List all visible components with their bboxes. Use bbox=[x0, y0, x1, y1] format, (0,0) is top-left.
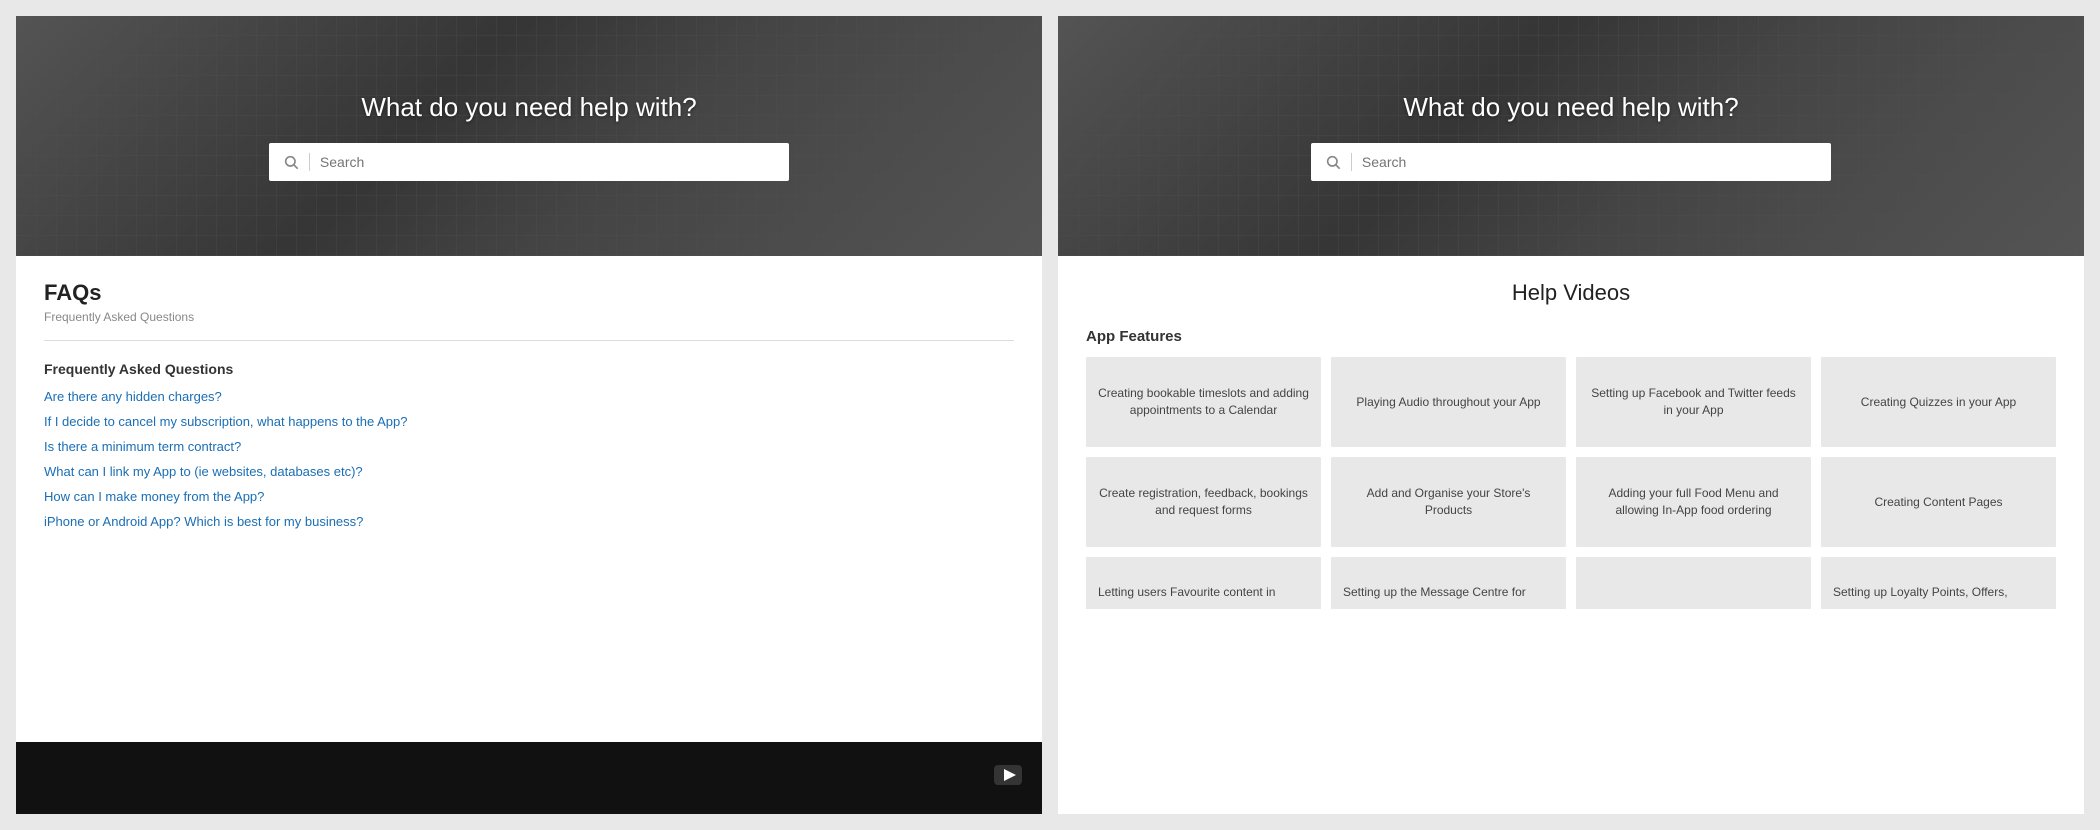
faq-link[interactable]: iPhone or Android App? Which is best for… bbox=[44, 514, 1014, 529]
video-card-partial[interactable]: Letting users Favourite content in bbox=[1086, 557, 1321, 609]
video-card[interactable]: Setting up Facebook and Twitter feeds in… bbox=[1576, 357, 1811, 447]
help-videos-title: Help Videos bbox=[1086, 280, 2056, 306]
right-hero: What do you need help with? bbox=[1058, 16, 2084, 256]
youtube-icon[interactable] bbox=[994, 765, 1022, 791]
video-card[interactable]: Creating bookable timeslots and adding a… bbox=[1086, 357, 1321, 447]
video-card[interactable]: Playing Audio throughout your App bbox=[1331, 357, 1566, 447]
faq-divider bbox=[44, 340, 1014, 341]
video-grid-row2: Create registration, feedback, bookings … bbox=[1086, 457, 2056, 547]
video-grid-row3: Letting users Favourite content in Settin… bbox=[1086, 557, 2056, 609]
search-icon bbox=[283, 154, 299, 170]
video-card-partial-text: Setting up Loyalty Points, Offers, bbox=[1833, 584, 2008, 601]
faq-subtitle: Frequently Asked Questions bbox=[44, 310, 1014, 324]
video-card[interactable]: Creating Quizzes in your App bbox=[1821, 357, 2056, 447]
video-card-text: Adding your full Food Menu and allowing … bbox=[1588, 485, 1799, 519]
hero-content: What do you need help with? bbox=[16, 92, 1042, 181]
app-features-heading: App Features bbox=[1086, 328, 2056, 345]
right-panel-body: Help Videos App Features Creating bookab… bbox=[1058, 256, 2084, 814]
left-search-input[interactable] bbox=[320, 154, 775, 170]
faq-title: FAQs bbox=[44, 280, 1014, 306]
left-panel-footer bbox=[16, 742, 1042, 814]
video-card-text: Creating bookable timeslots and adding a… bbox=[1098, 385, 1309, 419]
video-card-partial[interactable]: Setting up Loyalty Points, Offers, bbox=[1821, 557, 2056, 609]
search-divider bbox=[309, 153, 310, 171]
video-card-text: Creating Quizzes in your App bbox=[1861, 394, 2016, 411]
video-card-text: Creating Content Pages bbox=[1874, 494, 2002, 511]
video-card-partial[interactable]: Setting up the Message Centre for bbox=[1331, 557, 1566, 609]
faq-link[interactable]: What can I link my App to (ie websites, … bbox=[44, 464, 1014, 479]
left-panel-body: FAQs Frequently Asked Questions Frequent… bbox=[16, 256, 1042, 742]
right-search-divider bbox=[1351, 153, 1352, 171]
faq-links-list: Are there any hidden charges? If I decide… bbox=[44, 389, 1014, 529]
right-search-bar[interactable] bbox=[1311, 143, 1831, 181]
video-card[interactable]: Create registration, feedback, bookings … bbox=[1086, 457, 1321, 547]
right-search-icon bbox=[1325, 154, 1341, 170]
video-card-text: Setting up Facebook and Twitter feeds in… bbox=[1588, 385, 1799, 419]
faq-section-title: Frequently Asked Questions bbox=[44, 361, 1014, 377]
right-hero-title: What do you need help with? bbox=[1403, 92, 1738, 123]
left-hero: What do you need help with? bbox=[16, 16, 1042, 256]
faq-link[interactable]: How can I make money from the App? bbox=[44, 489, 1014, 504]
faq-link[interactable]: Are there any hidden charges? bbox=[44, 389, 1014, 404]
right-search-input[interactable] bbox=[1362, 154, 1817, 170]
hero-title: What do you need help with? bbox=[361, 92, 696, 123]
left-panel: What do you need help with? FAQs Frequen… bbox=[16, 16, 1042, 814]
video-card[interactable]: Add and Organise your Store's Products bbox=[1331, 457, 1566, 547]
video-card-partial-text: Letting users Favourite content in bbox=[1098, 584, 1275, 601]
video-card-partial-text: Setting up the Message Centre for bbox=[1343, 584, 1526, 601]
faq-link[interactable]: If I decide to cancel my subscription, w… bbox=[44, 414, 1014, 429]
video-card[interactable]: Creating Content Pages bbox=[1821, 457, 2056, 547]
video-card-text: Add and Organise your Store's Products bbox=[1343, 485, 1554, 519]
faq-link[interactable]: Is there a minimum term contract? bbox=[44, 439, 1014, 454]
video-card[interactable]: Adding your full Food Menu and allowing … bbox=[1576, 457, 1811, 547]
video-card-text: Create registration, feedback, bookings … bbox=[1098, 485, 1309, 519]
left-search-bar[interactable] bbox=[269, 143, 789, 181]
right-hero-content: What do you need help with? bbox=[1058, 92, 2084, 181]
video-grid-row1: Creating bookable timeslots and adding a… bbox=[1086, 357, 2056, 447]
right-panel: What do you need help with? Help Videos … bbox=[1058, 16, 2084, 814]
video-card-partial[interactable] bbox=[1576, 557, 1811, 609]
video-card-text: Playing Audio throughout your App bbox=[1356, 394, 1540, 411]
